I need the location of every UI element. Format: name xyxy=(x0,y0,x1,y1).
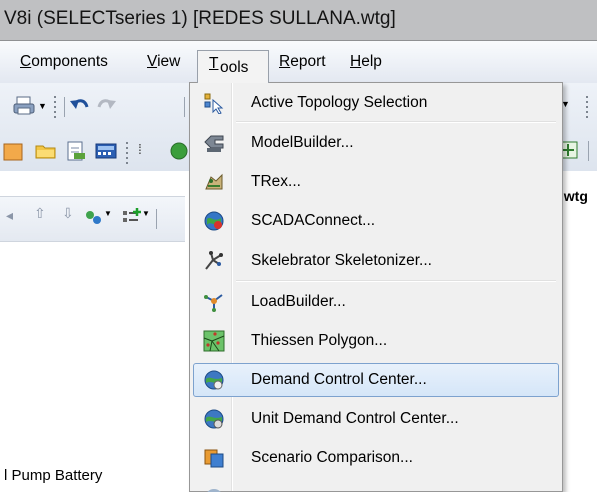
document-edit-icon[interactable] xyxy=(64,140,88,162)
menu-view[interactable]: View xyxy=(147,53,180,71)
scenario-comparison-icon xyxy=(204,449,224,468)
menu-help[interactable]: Help xyxy=(350,53,382,71)
menu-item-scadaconnect[interactable]: SCADAConnect... xyxy=(193,204,559,238)
menu-item-loadbuilder[interactable]: LoadBuilder... xyxy=(193,285,559,319)
print-icon[interactable] xyxy=(12,95,36,117)
print-dropdown-arrow[interactable]: ▼ xyxy=(38,101,47,111)
unit-demand-control-center-icon xyxy=(204,409,224,429)
calculator-icon[interactable] xyxy=(94,140,118,162)
expand-dropdown-arrow[interactable]: ▼ xyxy=(104,209,112,218)
menu-item-unit-demand-control-center[interactable]: Unit Demand Control Center... xyxy=(193,402,559,436)
toolbar-separator xyxy=(588,141,589,161)
menu-item-label: TRex... xyxy=(251,173,301,190)
menu-item-demand-control-center[interactable]: Demand Control Center... xyxy=(193,363,559,397)
tools-menu-dropdown: Active Topology Selection ModelBuilder..… xyxy=(189,82,563,492)
partial-menu-icon xyxy=(207,489,221,492)
arrow-left-icon[interactable]: ◂ xyxy=(6,207,13,224)
menu-item-label: Skelebrator Skeletonizer... xyxy=(251,252,432,269)
toolbar-separator xyxy=(64,97,65,117)
toolbar-separator xyxy=(156,209,157,229)
move-down-icon[interactable]: ⇩ xyxy=(62,205,74,222)
menu-bar: Components View Report Help xyxy=(0,41,597,83)
menu-separator xyxy=(236,121,556,123)
menu-item-thiessen-polygon[interactable]: Thiessen Polygon... xyxy=(193,324,559,358)
menu-item-skelebrator-skeletonizer[interactable]: Skelebrator Skeletonizer... xyxy=(193,244,559,278)
toolbar-grip[interactable] xyxy=(52,93,59,119)
topology-selection-icon xyxy=(204,93,224,114)
list-item[interactable]: l Pump Battery xyxy=(4,467,102,484)
toolbar-grip[interactable] xyxy=(124,139,131,165)
menu-item-modelbuilder[interactable]: ModelBuilder... xyxy=(193,126,559,160)
window-title: V8i (SELECTseries 1) [REDES SULLANA.wtg] xyxy=(4,8,396,29)
thiessen-polygon-icon xyxy=(203,330,225,352)
open-folder-icon[interactable] xyxy=(34,140,58,162)
redo-icon[interactable] xyxy=(94,95,118,117)
modelbuilder-icon xyxy=(204,135,224,152)
menu-item-trex[interactable]: TRex... xyxy=(193,165,559,199)
scadaconnect-icon xyxy=(204,211,224,231)
skelebrator-icon xyxy=(205,251,223,270)
undo-icon[interactable] xyxy=(68,95,92,117)
toolbar-grip[interactable] xyxy=(584,93,591,119)
demand-control-center-icon xyxy=(204,370,224,390)
menu-components[interactable]: Components xyxy=(20,53,108,71)
move-up-icon[interactable]: ⇧ xyxy=(34,205,46,222)
menu-tools[interactable]: Tools xyxy=(197,50,269,83)
add-dropdown-arrow[interactable]: ▼ xyxy=(142,209,150,218)
menu-item-label: Thiessen Polygon... xyxy=(251,332,388,349)
trex-icon xyxy=(205,173,223,190)
menu-item-label: Unit Demand Control Center... xyxy=(251,410,459,427)
menu-item-label: SCADAConnect... xyxy=(251,212,376,229)
menu-report[interactable]: Report xyxy=(279,53,326,71)
menu-item-label: LoadBuilder... xyxy=(251,293,346,310)
title-bar: V8i (SELECTseries 1) [REDES SULLANA.wtg] xyxy=(0,0,597,40)
left-panel-toolbar: ◂ ⇧ ⇩ ▼ ▼ xyxy=(0,196,185,242)
menu-item-label: Demand Control Center... xyxy=(251,371,427,388)
menu-item-label: ModelBuilder... xyxy=(251,134,354,151)
menu-item-label: Scenario Comparison... xyxy=(251,449,413,466)
loadbuilder-icon xyxy=(204,294,223,312)
add-item-icon[interactable] xyxy=(120,207,144,229)
toolbar-overflow[interactable]: ⁞ xyxy=(138,141,142,157)
new-icon[interactable] xyxy=(2,141,26,163)
menu-separator xyxy=(236,280,556,282)
menu-item-label: Active Topology Selection xyxy=(251,94,428,111)
toolbar-separator xyxy=(184,97,185,117)
menu-item-scenario-comparison[interactable]: Scenario Comparison... xyxy=(193,441,559,475)
expand-collapse-icon[interactable] xyxy=(82,207,106,229)
globe-partial-icon[interactable] xyxy=(167,140,191,162)
menu-item-active-topology-selection[interactable]: Active Topology Selection xyxy=(193,86,559,120)
menu-item-partial[interactable] xyxy=(193,481,559,492)
